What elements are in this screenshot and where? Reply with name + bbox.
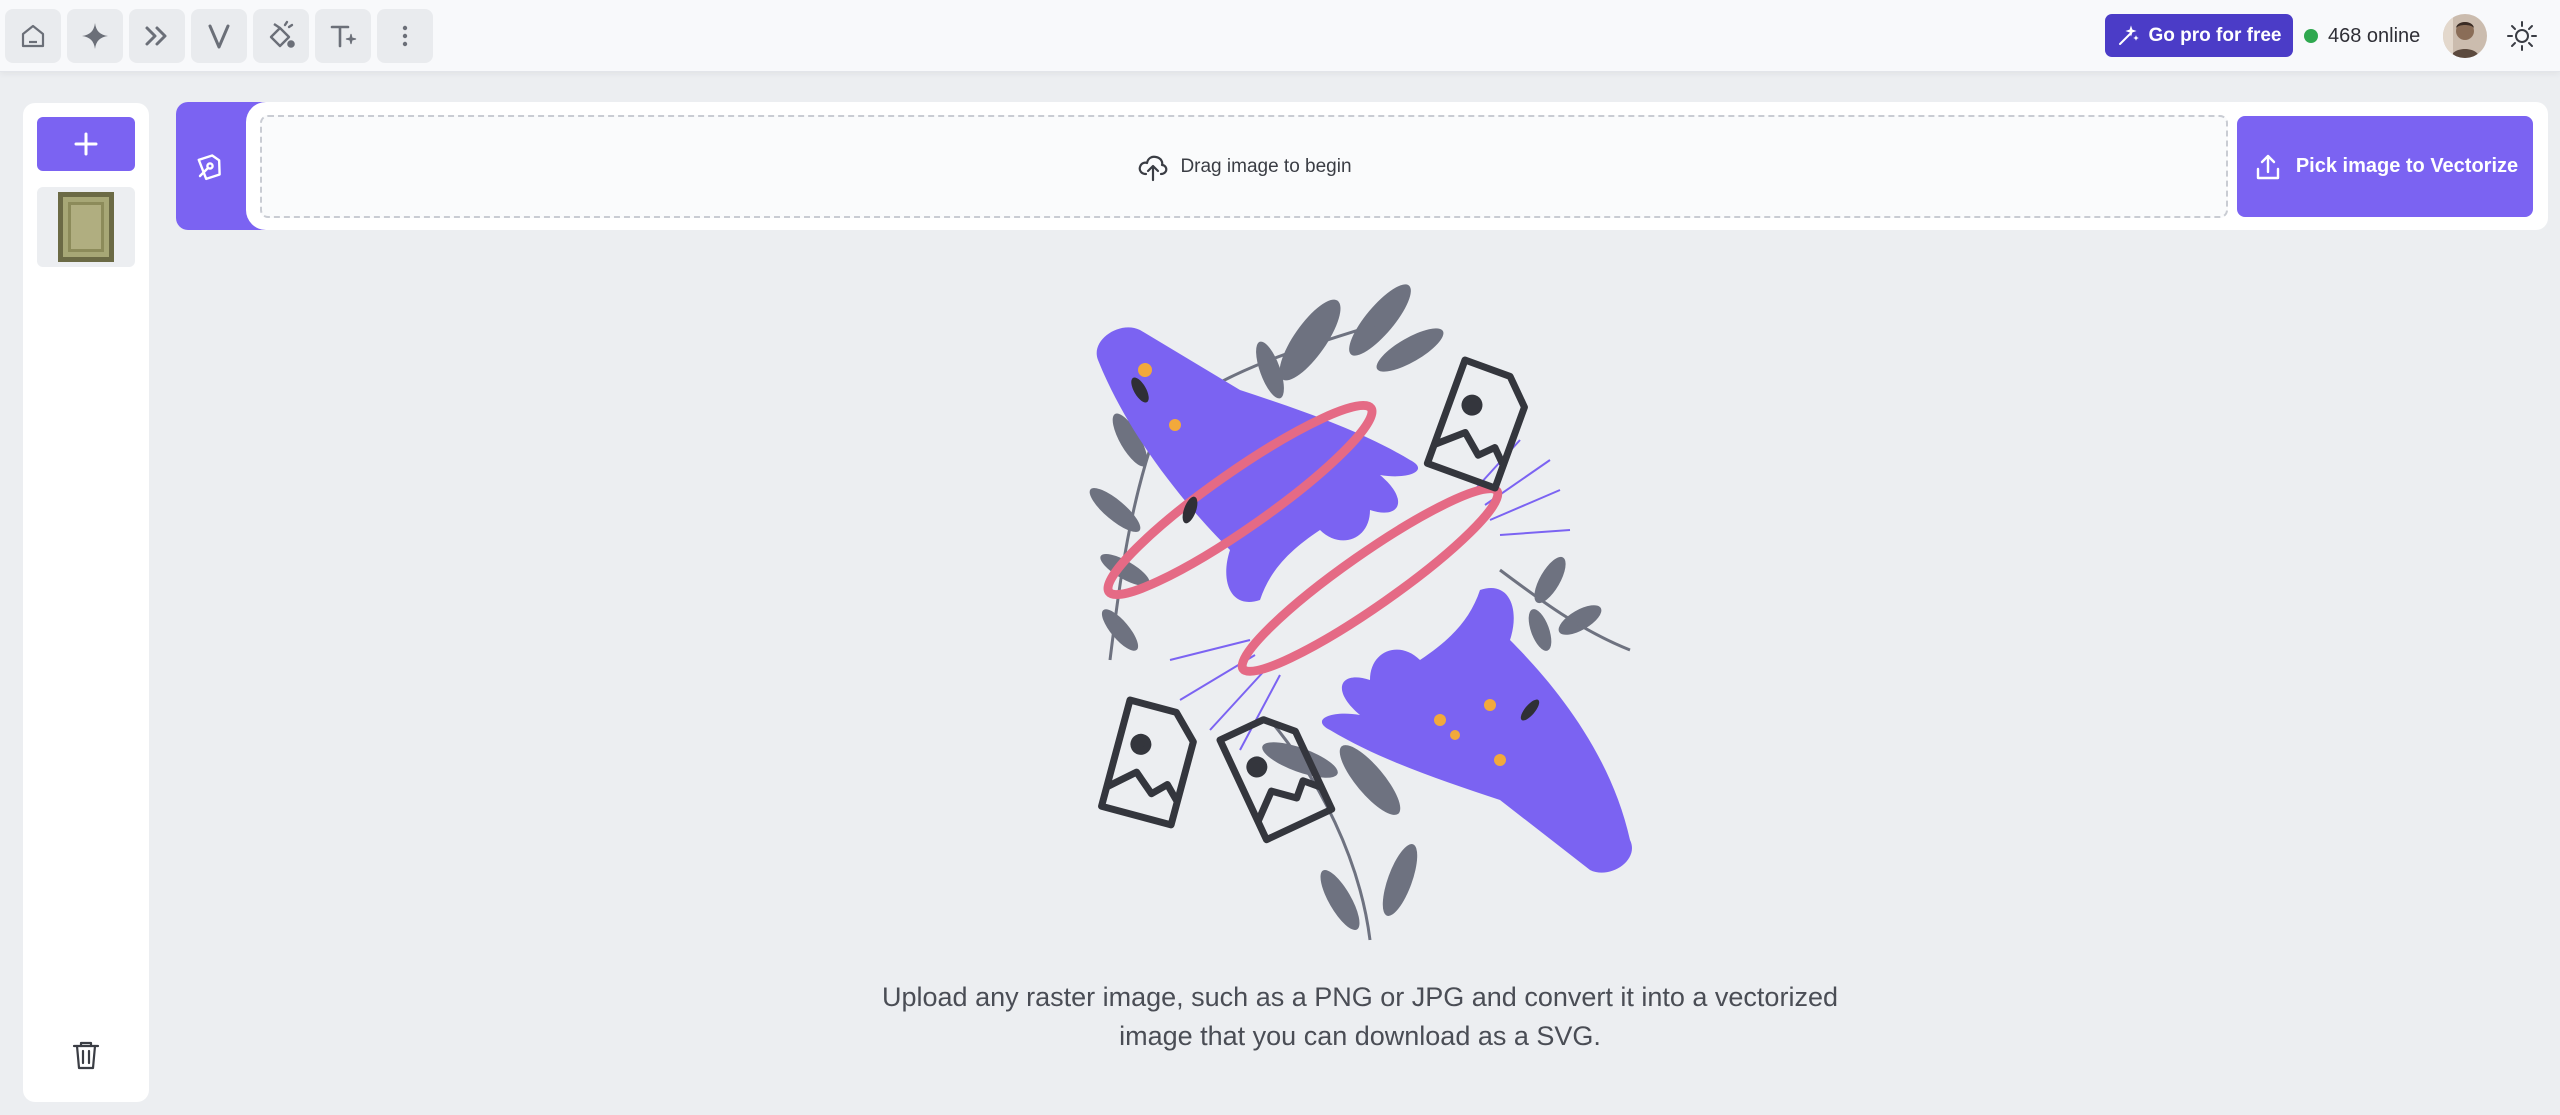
- home-icon: [21, 24, 45, 48]
- fill-button[interactable]: [253, 9, 309, 63]
- plus-icon: [74, 132, 98, 156]
- text-ai-button[interactable]: [315, 9, 371, 63]
- thumbnail-image: [58, 192, 114, 262]
- hero-illustration: [1070, 280, 1670, 960]
- pick-label: Pick image to Vectorize: [2295, 155, 2519, 177]
- go-pro-button[interactable]: Go pro for free: [2105, 14, 2293, 57]
- go-pro-label: Go pro for free: [2148, 24, 2282, 46]
- add-image-button[interactable]: [37, 117, 135, 171]
- text-ai-icon: [330, 25, 357, 48]
- sun-icon: [2507, 21, 2537, 51]
- more-button[interactable]: [377, 9, 433, 63]
- pen-tool-icon: [192, 148, 228, 184]
- theme-toggle-button[interactable]: [2506, 20, 2538, 52]
- image-thumbnail[interactable]: [37, 187, 135, 267]
- upload-icon: [2256, 154, 2280, 179]
- online-status: 468 online: [2304, 22, 2420, 50]
- ai-generate-button[interactable]: [67, 9, 123, 63]
- delete-button[interactable]: [68, 1037, 104, 1073]
- drop-zone[interactable]: Drag image to begin: [260, 115, 2228, 218]
- cloud-upload-icon: [1139, 155, 1168, 181]
- online-dot-icon: [2304, 29, 2318, 43]
- more-vertical-icon: [402, 25, 408, 47]
- left-panel: [23, 103, 149, 1102]
- forward-button[interactable]: [129, 9, 185, 63]
- upload-bar: Drag image to begin Pick image to Vector…: [176, 102, 2548, 230]
- vectorize-v-icon: [208, 24, 230, 49]
- trash-icon: [72, 1041, 100, 1070]
- top-bar: Go pro for free 468 online: [0, 0, 2560, 72]
- online-count: 468 online: [2328, 24, 2421, 47]
- pick-image-button[interactable]: Pick image to Vectorize: [2237, 116, 2533, 217]
- avatar[interactable]: [2443, 14, 2487, 58]
- drag-label: Drag image to begin: [1180, 155, 1352, 177]
- description-text: Upload any raster image, such as a PNG o…: [882, 982, 1838, 1051]
- magic-wand-icon: [2119, 24, 2140, 45]
- sparkle-icon: [82, 23, 108, 49]
- home-button[interactable]: [5, 9, 61, 63]
- vectorize-button[interactable]: [191, 9, 247, 63]
- double-chevron-right-icon: [145, 26, 167, 46]
- fill-paint-icon: [269, 20, 295, 48]
